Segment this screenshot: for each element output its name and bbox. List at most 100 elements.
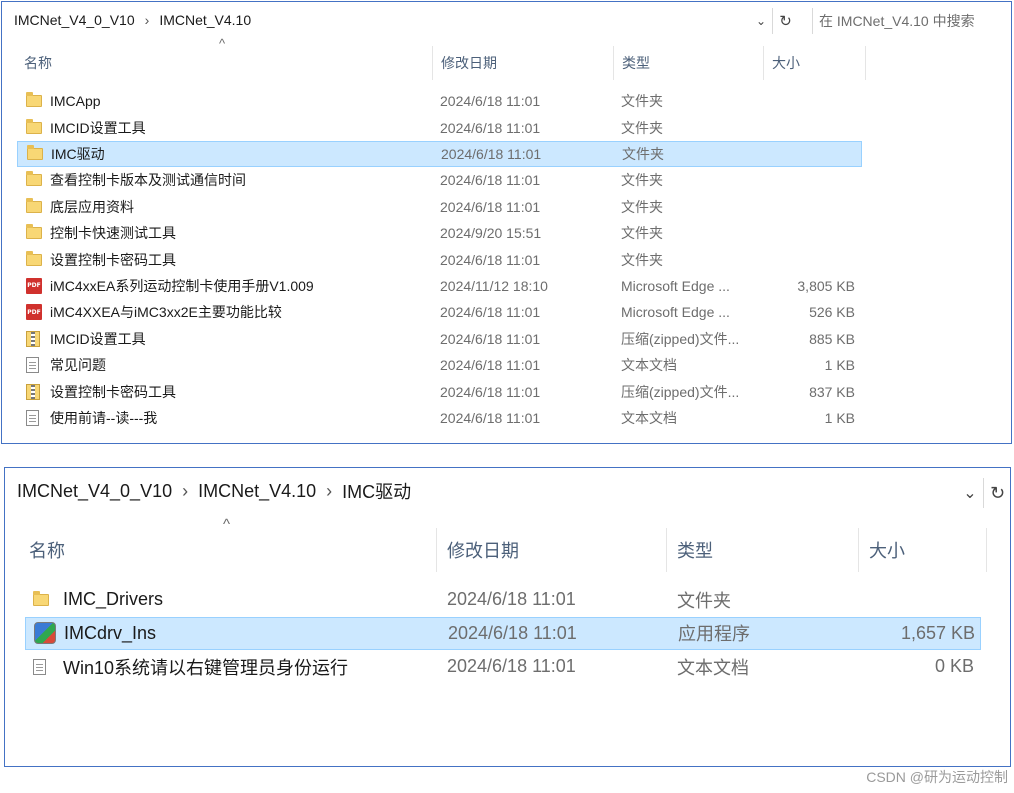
file-date: 2024/9/20 15:51: [440, 225, 542, 242]
file-name-cell: 设置控制卡密码工具: [26, 246, 440, 272]
column-header-name[interactable]: 名称: [5, 528, 437, 572]
file-type: 文本文档: [677, 657, 749, 678]
chevron-down-icon[interactable]: ⌄: [959, 480, 981, 506]
chevron-right-icon[interactable]: ›: [139, 12, 156, 28]
file-name: IMCID设置工具: [50, 119, 146, 136]
file-size: [767, 246, 855, 272]
chevron-right-icon[interactable]: ›: [176, 481, 194, 502]
file-row[interactable]: IMCID设置工具 2024/6/18 11:01 文件夹: [17, 114, 862, 140]
file-name: 查看控制卡版本及测试通信时间: [50, 172, 246, 189]
column-header-label: 大小: [869, 541, 905, 561]
pdf-icon: PDF: [26, 277, 42, 294]
breadcrumb-item[interactable]: IMCNet_V4_0_V10: [10, 12, 139, 28]
column-header-row: 名称 修改日期 类型 大小: [2, 46, 866, 80]
file-row[interactable]: PDF iMC4xxEA系列运动控制卡使用手册V1.009 2024/11/12 1…: [17, 273, 862, 299]
file-size: 1,657 KB: [900, 622, 975, 643]
file-row[interactable]: IMCdrv_Ins 2024/6/18 11:01 应用程序 1,657 KB: [25, 616, 981, 650]
column-header-row: 名称 修改日期 类型 大小: [5, 528, 987, 572]
column-header-size[interactable]: 大小: [764, 46, 866, 80]
column-header-date[interactable]: 修改日期: [437, 528, 667, 572]
breadcrumb-item[interactable]: IMC驱动: [338, 478, 415, 504]
search-input[interactable]: 在 IMCNet_V4.10 中搜索: [812, 8, 1008, 34]
file-name-cell: 查看控制卡版本及测试通信时间: [26, 167, 440, 193]
file-name: 使用前请--读---我: [50, 409, 158, 426]
file-name-cell: IMCdrv_Ins: [34, 618, 448, 650]
search-placeholder: 在 IMCNet_V4.10 中搜索: [819, 13, 975, 29]
file-name-cell: 底层应用资料: [26, 194, 440, 220]
file-date: 2024/6/18 11:01: [440, 172, 541, 189]
folder-icon: [26, 118, 42, 134]
file-name: Win10系统请以右键管理员身份运行: [63, 657, 349, 678]
file-row[interactable]: IMC驱动 2024/6/18 11:01 文件夹: [17, 140, 862, 168]
chevron-right-icon[interactable]: ›: [320, 481, 338, 502]
file-name: 设置控制卡密码工具: [50, 251, 176, 268]
column-header-name[interactable]: 名称: [2, 46, 433, 80]
file-row[interactable]: IMCID设置工具 2024/6/18 11:01 压缩(zipped)文件... 8…: [17, 326, 862, 352]
chevron-down-icon[interactable]: ⌄: [752, 10, 770, 32]
file-name-cell: IMCID设置工具: [26, 114, 440, 140]
file-date: 2024/6/18 11:01: [440, 304, 541, 321]
file-name: IMCdrv_Ins: [64, 622, 157, 643]
zip-icon: [26, 330, 40, 347]
file-type: Microsoft Edge ...: [621, 304, 730, 321]
refresh-icon[interactable]: ↻: [772, 8, 798, 34]
breadcrumb-item[interactable]: IMCNet_V4.10: [194, 481, 320, 502]
file-row[interactable]: 底层应用资料 2024/6/18 11:01 文件夹: [17, 194, 862, 220]
file-name-cell: 控制卡快速测试工具: [26, 220, 440, 246]
file-size: [767, 220, 855, 246]
file-type: 文件夹: [621, 172, 663, 189]
file-date: 2024/6/18 11:01: [440, 198, 541, 215]
file-size: 3,805 KB: [797, 277, 855, 294]
column-header-date[interactable]: 修改日期: [433, 46, 614, 80]
breadcrumb-item[interactable]: IMCNet_V4.10: [155, 12, 255, 28]
file-row[interactable]: IMC_Drivers 2024/6/18 11:01 文件夹: [25, 583, 981, 617]
watermark: CSDN @研为运动控制: [866, 769, 1008, 785]
file-name: iMC4XXEA与iMC3xx2E主要功能比较: [50, 304, 282, 321]
refresh-icon[interactable]: ↻: [983, 478, 1010, 508]
file-name: IMC驱动: [51, 145, 105, 162]
pdf-icon: PDF: [26, 304, 42, 321]
zip-icon: [26, 383, 40, 400]
address-bar[interactable]: IMCNet_V4_0_V10 › IMCNet_V4.10: [2, 2, 802, 38]
file-size: [855, 583, 974, 617]
folder-icon: [26, 171, 42, 187]
file-row[interactable]: PDF iMC4XXEA与iMC3xx2E主要功能比较 2024/6/18 11:0…: [17, 299, 862, 325]
file-type: 应用程序: [678, 624, 750, 645]
address-bar[interactable]: IMCNet_V4_0_V10 › IMCNet_V4.10 › IMC驱动: [5, 468, 955, 514]
folder-icon: [26, 92, 42, 108]
file-date: 2024/6/18 11:01: [440, 93, 541, 110]
text-file-icon: [26, 357, 39, 374]
column-header-label: 修改日期: [447, 541, 519, 561]
folder-icon: [27, 144, 43, 160]
file-size: [767, 194, 855, 220]
file-name-cell: 使用前请--读---我: [26, 405, 440, 431]
file-size: 526 KB: [809, 304, 855, 321]
file-name-cell: IMCApp: [26, 88, 440, 114]
file-row[interactable]: Win10系统请以右键管理员身份运行 2024/6/18 11:01 文本文档 0 K…: [25, 650, 981, 684]
file-type: 文件夹: [621, 251, 663, 268]
file-name-cell: PDF iMC4XXEA与iMC3xx2E主要功能比较: [26, 299, 440, 325]
file-size: [768, 142, 856, 166]
file-date: 2024/6/18 11:01: [441, 145, 542, 162]
text-file-icon: [33, 658, 46, 675]
column-header-label: 修改日期: [441, 55, 497, 71]
column-header-label: 大小: [772, 55, 800, 71]
file-row[interactable]: IMCApp 2024/6/18 11:01 文件夹: [17, 88, 862, 114]
file-date: 2024/6/18 11:01: [440, 330, 541, 347]
breadcrumb-item[interactable]: IMCNet_V4_0_V10: [13, 481, 176, 502]
file-name: 底层应用资料: [50, 198, 134, 215]
file-type: 文件夹: [621, 198, 663, 215]
file-type: Microsoft Edge ...: [621, 277, 730, 294]
file-row[interactable]: 使用前请--读---我 2024/6/18 11:01 文本文档 1 KB: [17, 405, 862, 431]
file-row[interactable]: 设置控制卡密码工具 2024/6/18 11:01 压缩(zipped)文件... 8…: [17, 378, 862, 404]
file-name-cell: IMC_Drivers: [33, 583, 447, 617]
file-row[interactable]: 设置控制卡密码工具 2024/6/18 11:01 文件夹: [17, 246, 862, 272]
column-header-type[interactable]: 类型: [614, 46, 764, 80]
column-header-type[interactable]: 类型: [667, 528, 859, 572]
folder-icon: [26, 250, 42, 266]
file-row[interactable]: 查看控制卡版本及测试通信时间 2024/6/18 11:01 文件夹: [17, 167, 862, 193]
file-name: 设置控制卡密码工具: [50, 383, 176, 400]
column-header-size[interactable]: 大小: [859, 528, 987, 572]
file-row[interactable]: 控制卡快速测试工具 2024/9/20 15:51 文件夹: [17, 220, 862, 246]
file-row[interactable]: 常见问题 2024/6/18 11:01 文本文档 1 KB: [17, 352, 862, 378]
